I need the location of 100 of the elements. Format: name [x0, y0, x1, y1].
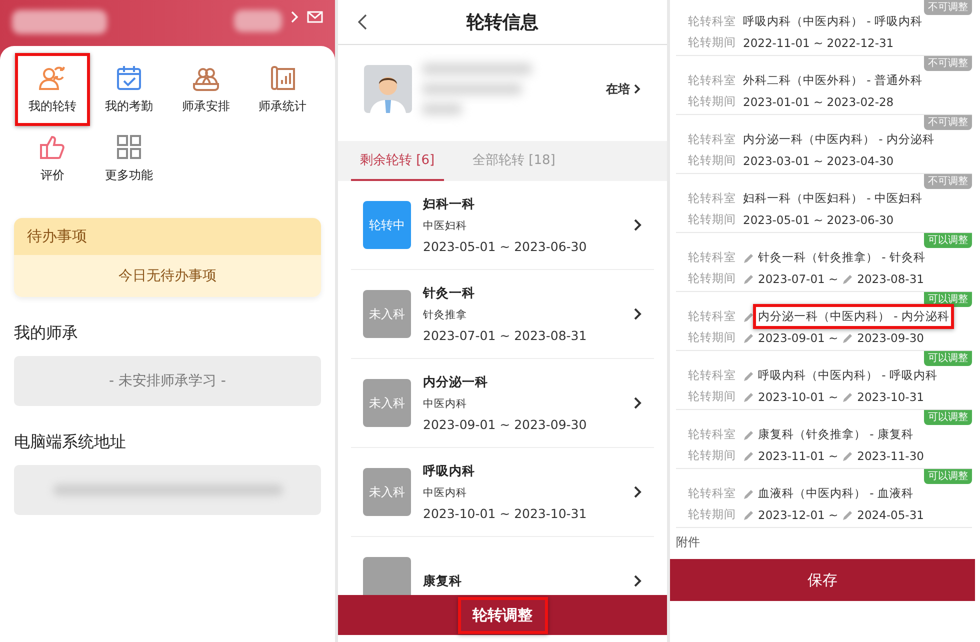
- date-value[interactable]: 2024-05-31: [857, 508, 924, 522]
- status-badge: [363, 557, 411, 595]
- field-label: 轮转科室: [688, 132, 736, 147]
- pencil-icon: [842, 272, 854, 284]
- department-value: 外科二科（中医外科） - 普通外科: [743, 73, 922, 88]
- pencil-icon: [743, 252, 754, 264]
- adjustable-badge: 不可调整: [924, 56, 972, 71]
- date-range: 2023-10-01 ~ 2023-10-31: [423, 506, 588, 521]
- field-label: 轮转期间: [688, 271, 736, 286]
- department-value[interactable]: 针灸一科（针灸推拿） - 针灸科: [758, 250, 926, 265]
- page-title: 轮转信息: [466, 11, 538, 34]
- save-button[interactable]: 保存: [670, 559, 975, 601]
- pencil-icon: [842, 450, 854, 462]
- date-value[interactable]: 2023-09-01 ~: [758, 330, 838, 344]
- field-label: 轮转期间: [688, 448, 736, 463]
- quick-action[interactable]: 更多功能: [96, 127, 162, 190]
- rotation-item[interactable]: 轮转中 妇科一科 中医妇科 2023-05-01 ~ 2023-06-30: [351, 181, 654, 270]
- chevron-right-icon: [634, 219, 642, 231]
- date-value[interactable]: 2023-11-30: [857, 448, 924, 462]
- date-value[interactable]: 2023-07-01 ~: [758, 272, 838, 286]
- department-value[interactable]: 内分泌一科（中医内科） - 内分泌科: [758, 309, 950, 324]
- field-label: 轮转科室: [688, 368, 736, 383]
- person-arrows-icon: [38, 64, 66, 92]
- department-name: 呼吸内科: [423, 463, 476, 480]
- adjustable-badge: 不可调整: [924, 0, 972, 15]
- date-value[interactable]: 2023-10-01 ~: [758, 390, 838, 404]
- rotation-item[interactable]: 未入科 针灸一科 针灸推拿 2023-07-01 ~ 2023-08-31: [351, 270, 654, 359]
- date-value[interactable]: 2023-08-31: [857, 272, 924, 286]
- adjustable-badge: 可以调整: [924, 351, 972, 366]
- date-value[interactable]: 2023-12-01 ~: [758, 508, 838, 522]
- status-badge: 未入科: [363, 379, 411, 427]
- adjustable-badge: 可以调整: [924, 233, 972, 248]
- quick-action[interactable]: 我的考勤: [96, 58, 162, 121]
- date-range: 2023-07-01 ~ 2023-08-31: [423, 328, 588, 343]
- department-value[interactable]: 康复科（针灸推拿） - 康复科: [758, 427, 914, 442]
- bar-chart-icon: [268, 64, 297, 92]
- blurred-text: [234, 10, 282, 32]
- field-label: 轮转科室: [688, 250, 736, 265]
- rotation-item[interactable]: 未入科 内分泌一科 中医内科 2023-09-01 ~ 2023-09-30: [351, 359, 654, 448]
- field-label: 轮转期间: [688, 389, 736, 404]
- field-label: 轮转科室: [688, 309, 736, 324]
- empty-message: - 未安排师承学习 -: [14, 356, 321, 406]
- field-label: 轮转科室: [688, 191, 736, 206]
- date-range: 2023-05-01 ~ 2023-06-30: [743, 212, 894, 226]
- field-label: 轮转期间: [688, 35, 736, 50]
- chevron-right-icon: [634, 486, 642, 498]
- back-icon[interactable]: [358, 14, 367, 30]
- grid-icon: [115, 133, 144, 161]
- department-name: 针灸一科: [423, 285, 476, 302]
- department-value: 呼吸内科（中医内科） - 呼吸内科: [743, 14, 922, 29]
- chevron-right-icon: [634, 84, 641, 94]
- status-badge: 轮转中: [363, 201, 411, 249]
- field-label: 轮转期间: [688, 153, 736, 168]
- chevron-right-icon: [634, 308, 642, 320]
- quick-action[interactable]: 师承统计: [250, 58, 315, 121]
- section-title: 我的师承: [14, 323, 79, 344]
- adjustable-badge: 不可调整: [924, 115, 972, 130]
- date-range: 2023-01-01 ~ 2023-02-28: [743, 94, 894, 108]
- adjustable-badge: 可以调整: [924, 410, 972, 425]
- date-value[interactable]: 2023-10-31: [857, 390, 924, 404]
- field-label: 轮转期间: [688, 212, 736, 227]
- pencil-icon: [743, 488, 754, 500]
- department-category: 针灸推拿: [423, 308, 468, 322]
- field-label: 轮转科室: [688, 486, 736, 501]
- date-range: 2022-11-01 ~ 2022-12-31: [743, 36, 894, 50]
- pencil-icon: [743, 428, 754, 440]
- tab[interactable]: 剩余轮转 [6]: [351, 141, 444, 181]
- chevron-right-icon: [634, 575, 642, 587]
- todo-header: 待办事项: [14, 218, 321, 255]
- thumbs-up-icon: [38, 133, 66, 161]
- date-range: 2023-05-01 ~ 2023-06-30: [423, 239, 588, 254]
- date-value[interactable]: 2023-11-01 ~: [758, 448, 838, 462]
- rotation-item[interactable]: 未入科 呼吸内科 中医内科 2023-10-01 ~ 2023-10-31: [351, 448, 654, 537]
- calendar-check-icon: [115, 64, 144, 92]
- avatar: [364, 65, 412, 113]
- status-link[interactable]: 在培: [606, 80, 641, 98]
- status-badge: 未入科: [363, 468, 411, 516]
- department-value[interactable]: 呼吸内科（中医内科） - 呼吸内科: [758, 368, 938, 383]
- field-label: 轮转科室: [688, 14, 736, 29]
- date-range: 2023-03-01 ~ 2023-04-30: [743, 154, 894, 168]
- field-label: 轮转期间: [688, 507, 736, 522]
- department-value: 内分泌一科（中医内科） - 内分泌科: [743, 132, 934, 147]
- pencil-icon: [743, 390, 754, 402]
- field-label: 轮转科室: [688, 73, 736, 88]
- department-category: 中医内科: [423, 397, 468, 411]
- department-value: 妇科一科（中医妇科） - 中医妇科: [743, 191, 922, 206]
- status-badge: 未入科: [363, 290, 411, 338]
- pencil-icon: [743, 508, 754, 520]
- attachments-label: 附件: [675, 534, 701, 551]
- mail-icon[interactable]: [307, 11, 323, 23]
- department-value[interactable]: 血液科（中医内科） - 血液科: [758, 486, 914, 501]
- quick-action[interactable]: 我的轮转: [20, 58, 85, 121]
- pencil-icon: [743, 310, 754, 322]
- adjustable-badge: 不可调整: [924, 174, 972, 189]
- quick-action[interactable]: 师承安排: [174, 58, 238, 121]
- quick-action[interactable]: 评价: [20, 127, 85, 190]
- date-value[interactable]: 2023-09-30: [857, 330, 924, 344]
- pencil-icon: [842, 332, 854, 344]
- department-name: 妇科一科: [423, 196, 476, 213]
- todo-message: 今日无待办事项: [14, 255, 321, 297]
